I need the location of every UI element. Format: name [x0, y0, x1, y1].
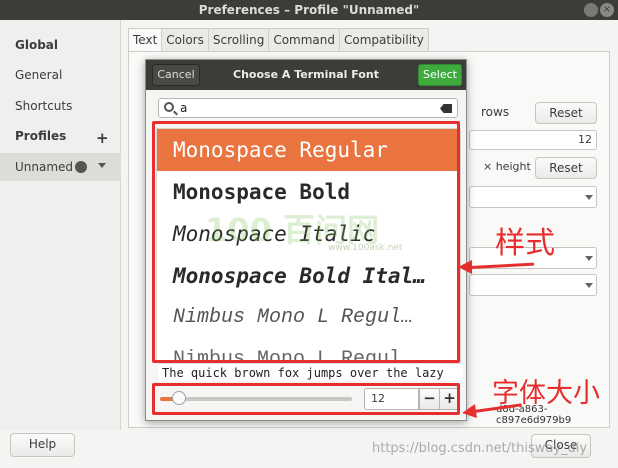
font-search-input[interactable]: a — [158, 98, 458, 118]
clear-search-icon[interactable] — [440, 104, 452, 113]
help-button[interactable]: Help — [10, 433, 75, 457]
default-profile-icon — [75, 161, 87, 173]
window-title: Preferences – Profile "Unnamed" — [198, 3, 420, 17]
size-highlight-box — [152, 383, 460, 415]
height-label: × height — [483, 160, 531, 173]
window-titlebar: Preferences – Profile "Unnamed" × — [0, 0, 618, 20]
select-dropdown-3[interactable] — [469, 274, 597, 296]
cancel-button[interactable]: Cancel — [152, 64, 200, 86]
select-button[interactable]: Select — [418, 64, 462, 86]
search-icon — [164, 102, 174, 112]
close-window-icon[interactable]: × — [600, 3, 614, 17]
style-highlight-box — [152, 121, 460, 363]
sidebar-item-shortcuts[interactable]: Shortcuts — [15, 99, 72, 113]
rows-label: rows — [481, 105, 510, 119]
sidebar-item-general[interactable]: General — [15, 68, 62, 82]
minimize-icon[interactable] — [584, 3, 598, 17]
sidebar-heading-profiles: Profiles — [15, 129, 67, 143]
size-arrow-head — [461, 404, 477, 420]
sidebar-item-unnamed[interactable]: Unnamed — [15, 160, 73, 174]
profile-menu-icon[interactable] — [98, 163, 106, 168]
chevron-down-icon — [585, 195, 593, 200]
style-annotation: 样式 — [495, 226, 555, 261]
chevron-down-icon — [585, 256, 593, 261]
reset-size-button[interactable]: Reset — [535, 102, 597, 124]
profile-tabs: Text Colors Scrolling Command Compatibil… — [128, 28, 429, 52]
search-value: a — [180, 101, 188, 115]
sidebar: Global General Shortcuts Profiles + Unna… — [0, 20, 121, 430]
tab-colors[interactable]: Colors — [161, 28, 209, 52]
select-dropdown[interactable] — [469, 186, 597, 208]
dialog-title: Choose A Terminal Font — [233, 68, 379, 81]
csdn-watermark: https://blog.csdn.net/thisway_diy — [372, 441, 588, 456]
tab-text[interactable]: Text — [128, 28, 163, 52]
tab-compatibility[interactable]: Compatibility — [339, 28, 429, 52]
cell-size-field[interactable]: 12 — [469, 130, 597, 150]
dialog-header: Cancel Choose A Terminal Font Select — [146, 60, 466, 90]
tab-command[interactable]: Command — [268, 28, 341, 52]
add-profile-button[interactable]: + — [96, 129, 109, 147]
style-arrow-head — [458, 260, 472, 274]
reset-height-button[interactable]: Reset — [535, 157, 597, 179]
tab-scrolling[interactable]: Scrolling — [207, 28, 270, 52]
sidebar-heading-global: Global — [15, 38, 59, 52]
font-preview: The quick brown fox jumps over the lazy — [158, 363, 463, 381]
chevron-down-icon — [585, 283, 593, 288]
